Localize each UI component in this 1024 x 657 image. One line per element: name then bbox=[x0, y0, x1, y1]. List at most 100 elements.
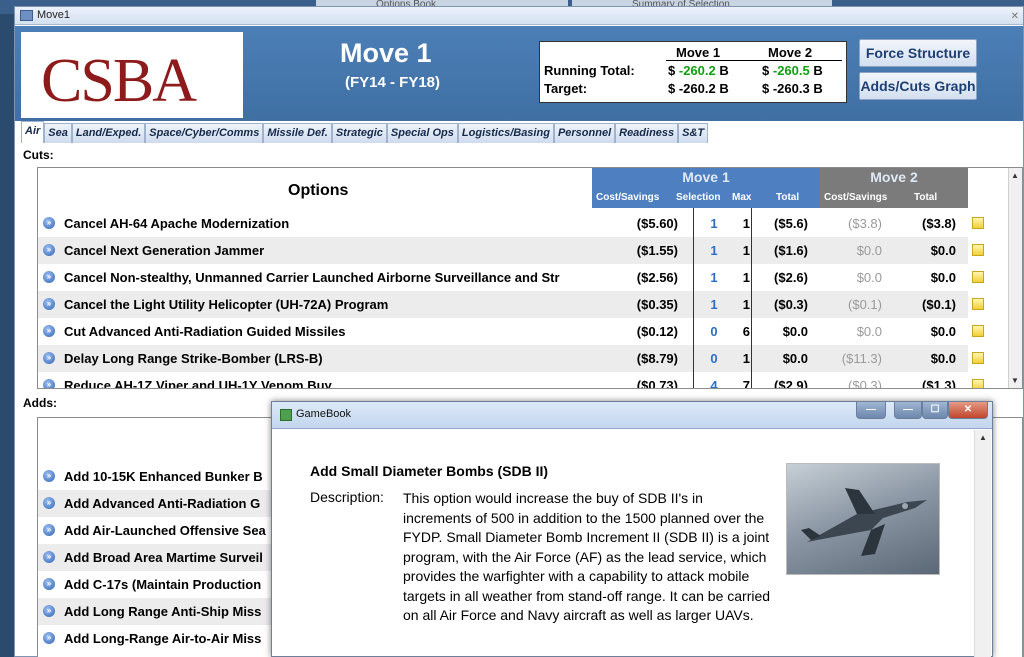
column-divider bbox=[751, 208, 752, 388]
selection-cell[interactable]: 4 bbox=[702, 378, 726, 388]
expand-icon[interactable]: » bbox=[43, 578, 55, 590]
tab-personnel[interactable]: Personnel bbox=[553, 123, 616, 143]
max-cell: 1 bbox=[742, 351, 750, 366]
tab-readiness[interactable]: Readiness bbox=[615, 123, 679, 143]
tab-logistics-basing[interactable]: Logistics/Basing bbox=[457, 123, 554, 143]
scroll-up-icon[interactable]: ▲ bbox=[979, 433, 987, 442]
selection-cell[interactable]: 0 bbox=[702, 324, 726, 339]
cuts-label: Cuts: bbox=[23, 148, 54, 162]
expand-icon[interactable]: » bbox=[43, 271, 55, 283]
minimize-icon[interactable]: — bbox=[856, 402, 886, 419]
add-row[interactable]: » Add Broad Area Martime Surveil bbox=[38, 544, 278, 571]
option-name: Cancel Next Generation Jammer bbox=[64, 243, 265, 258]
expand-icon[interactable]: » bbox=[43, 352, 55, 364]
maximize-icon[interactable]: ☐ bbox=[922, 402, 948, 419]
m2-total-cell: $0.0 bbox=[930, 270, 956, 285]
minimize-icon[interactable]: — bbox=[894, 402, 922, 419]
option-name: Cancel AH-64 Apache Modernization bbox=[64, 216, 290, 231]
option-name: Add 10-15K Enhanced Bunker B bbox=[64, 469, 263, 484]
selection-cell[interactable]: 1 bbox=[702, 216, 726, 231]
close-icon[interactable]: ✕ bbox=[948, 402, 988, 419]
selection-cell[interactable]: 1 bbox=[702, 243, 726, 258]
cut-row[interactable]: » Delay Long Range Strike-Bomber (LRS-B) (… bbox=[38, 345, 984, 372]
tab-missile-def-[interactable]: Missile Def. bbox=[263, 123, 332, 143]
target-label: Target: bbox=[544, 81, 588, 96]
tab-space-cyber-comms[interactable]: Space/Cyber/Comms bbox=[145, 123, 264, 143]
option-name: Delay Long Range Strike-Bomber (LRS-B) bbox=[64, 351, 323, 366]
tab-air[interactable]: Air bbox=[21, 121, 45, 143]
total-cell: ($2.9) bbox=[774, 378, 808, 389]
total-cell: ($5.6) bbox=[774, 216, 808, 231]
cut-row[interactable]: » Reduce AH-1Z Viper and UH-1Y Venom Buy (… bbox=[38, 372, 984, 389]
selection-cell[interactable]: 1 bbox=[702, 297, 726, 312]
cuts-scrollbar[interactable]: ▲ ▼ bbox=[1008, 168, 1022, 388]
expand-icon[interactable]: » bbox=[43, 632, 55, 644]
note-icon[interactable] bbox=[972, 325, 984, 337]
add-row[interactable]: » Add C-17s (Maintain Production bbox=[38, 571, 278, 598]
column-divider bbox=[693, 208, 694, 388]
expand-icon[interactable]: » bbox=[43, 244, 55, 256]
scroll-up-icon[interactable]: ▲ bbox=[1011, 171, 1019, 180]
tab-sea[interactable]: Sea bbox=[44, 123, 72, 143]
window-titlebar[interactable]: Move1 ✕ bbox=[15, 7, 1023, 25]
add-row[interactable]: » Add Long Range Anti-Ship Miss bbox=[38, 598, 278, 625]
cut-row[interactable]: » Cancel AH-64 Apache Modernization ($5.60… bbox=[38, 210, 984, 237]
move2-header: Move 2 bbox=[870, 169, 918, 185]
move1-cost-header: Cost/Savings bbox=[596, 192, 660, 203]
window-title: Move1 bbox=[37, 9, 71, 21]
tab-strategic[interactable]: Strategic bbox=[331, 123, 387, 143]
running-total-label: Running Total: bbox=[544, 63, 635, 78]
add-row[interactable]: » Add Long-Range Air-to-Air Miss bbox=[38, 625, 278, 652]
move2-cost-header: Cost/Savings bbox=[824, 192, 888, 203]
expand-icon[interactable]: » bbox=[43, 497, 55, 509]
move1-max-header: Max bbox=[732, 192, 752, 203]
expand-icon[interactable]: » bbox=[43, 551, 55, 563]
cost-cell: ($0.35) bbox=[636, 297, 678, 312]
totals-panel: Move 1 Move 2 Running Total: Target: $ -… bbox=[539, 41, 847, 103]
cut-row[interactable]: » Cancel Non-stealthy, Unmanned Carrier L… bbox=[38, 264, 984, 291]
cut-row[interactable]: » Cancel the Light Utility Helicopter (UH… bbox=[38, 291, 984, 318]
tab-special-ops[interactable]: Special Ops bbox=[386, 123, 458, 143]
add-row[interactable]: » Add 10-15K Enhanced Bunker B bbox=[38, 463, 278, 490]
cuts-table: Options Move 1 Cost/Savings Selection Ma… bbox=[37, 167, 1023, 389]
cut-row[interactable]: » Cancel Next Generation Jammer ($1.55) 1 1 (… bbox=[38, 237, 984, 264]
m2-cost-cell: $0.0 bbox=[856, 270, 882, 285]
expand-icon[interactable]: » bbox=[43, 325, 55, 337]
cost-cell: ($0.73) bbox=[636, 378, 678, 389]
selection-cell[interactable]: 1 bbox=[702, 270, 726, 285]
close-icon[interactable]: ✕ bbox=[1011, 8, 1019, 25]
option-name: Cancel the Light Utility Helicopter (UH-… bbox=[64, 297, 389, 312]
option-name: Add Broad Area Martime Surveil bbox=[64, 550, 263, 565]
note-icon[interactable] bbox=[972, 217, 984, 229]
form-icon bbox=[20, 10, 33, 21]
adds-cuts-graph-button[interactable]: Adds/Cuts Graph bbox=[859, 72, 977, 100]
max-cell: 1 bbox=[742, 243, 750, 258]
expand-icon[interactable]: » bbox=[43, 379, 55, 388]
move1-total-header: Total bbox=[776, 192, 800, 203]
note-icon[interactable] bbox=[972, 352, 984, 364]
note-icon[interactable] bbox=[972, 244, 984, 256]
expand-icon[interactable]: » bbox=[43, 524, 55, 536]
note-icon[interactable] bbox=[972, 298, 984, 310]
add-row[interactable]: » Add Advanced Anti-Radiation G bbox=[38, 490, 278, 517]
expand-icon[interactable]: » bbox=[43, 470, 55, 482]
totals-divider bbox=[666, 60, 842, 61]
tab-s-t[interactable]: S&T bbox=[678, 123, 709, 143]
expand-icon[interactable]: » bbox=[43, 605, 55, 617]
tab-land-exped-[interactable]: Land/Exped. bbox=[71, 123, 146, 143]
cut-row[interactable]: » Cut Advanced Anti-Radiation Guided Miss… bbox=[38, 318, 984, 345]
force-structure-button[interactable]: Force Structure bbox=[859, 39, 977, 67]
scroll-down-icon[interactable]: ▼ bbox=[1011, 376, 1019, 385]
m2-total-cell: $0.0 bbox=[930, 243, 956, 258]
dialog-scrollbar[interactable]: ▲ bbox=[974, 430, 991, 657]
dialog-titlebar[interactable]: GameBook — — ☐ ✕ bbox=[272, 402, 992, 429]
target-move1: $ -260.2 B bbox=[668, 81, 729, 96]
selection-cell[interactable]: 0 bbox=[702, 351, 726, 366]
option-name: Add Long Range Anti-Ship Miss bbox=[64, 604, 262, 619]
cost-cell: ($1.55) bbox=[636, 243, 678, 258]
add-row[interactable]: » Add Air-Launched Offensive Sea bbox=[38, 517, 278, 544]
expand-icon[interactable]: » bbox=[43, 298, 55, 310]
note-icon[interactable] bbox=[972, 379, 984, 388]
expand-icon[interactable]: » bbox=[43, 217, 55, 229]
note-icon[interactable] bbox=[972, 271, 984, 283]
